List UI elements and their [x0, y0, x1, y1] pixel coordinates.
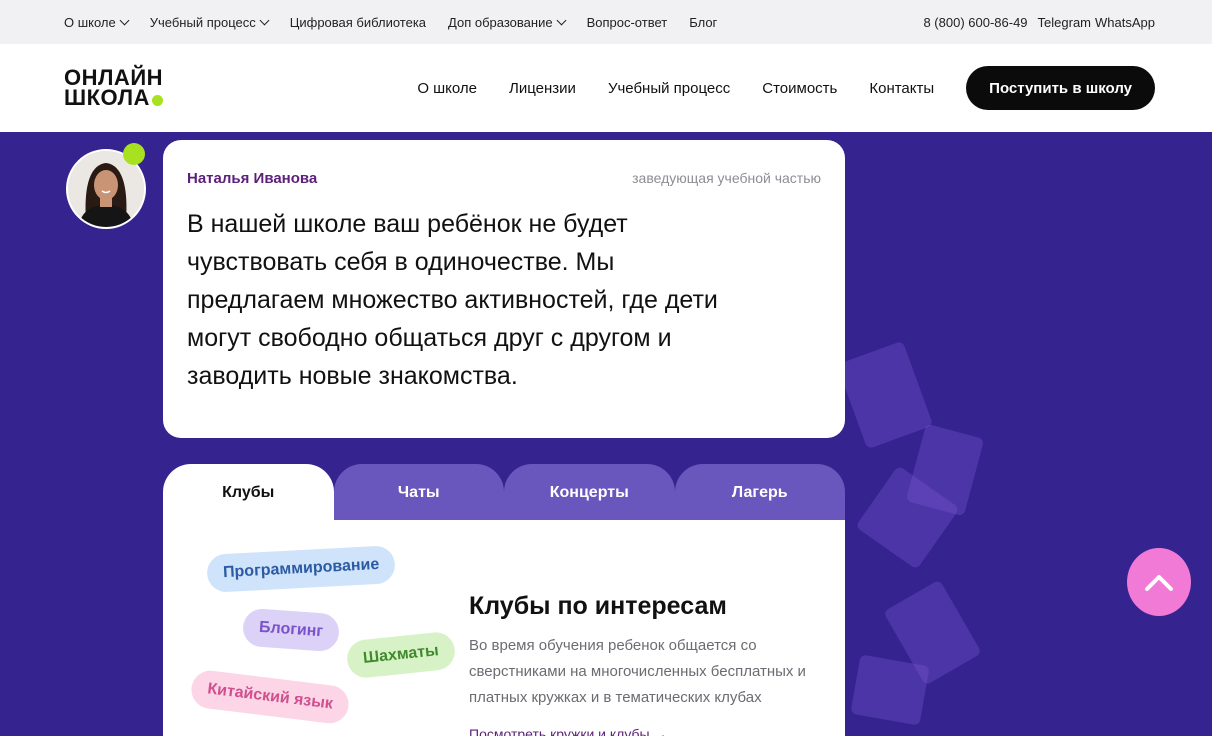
tab-panel-clubs: Программирование Блогинг Шахматы Китайск… — [163, 520, 845, 736]
chevron-down-icon — [119, 15, 130, 25]
panel-title: Клубы по интересам — [469, 592, 727, 620]
status-dot-icon — [123, 143, 145, 165]
top-menu-item-learning[interactable]: Учебный процесс — [149, 14, 270, 30]
chip-chinese: Китайский язык — [189, 668, 351, 726]
top-menu-item-label: Учебный процесс — [149, 14, 256, 30]
logo[interactable]: ОНЛАЙН ШКОЛА — [64, 67, 163, 110]
top-menu-item-extra-education[interactable]: Доп образование — [448, 14, 567, 30]
main-header: ОНЛАЙН ШКОЛА О школе Лицензии Учебный пр… — [0, 44, 1212, 132]
tab-chats[interactable]: Чаты — [333, 464, 504, 521]
chip-chess: Шахматы — [345, 630, 457, 680]
tab-concerts[interactable]: Концерты — [504, 464, 675, 521]
background-decoration — [850, 654, 930, 726]
chevron-down-icon — [556, 15, 567, 25]
top-menu-item-label: Вопрос-ответ — [586, 14, 668, 30]
top-menu-item-label: О школе — [64, 14, 116, 30]
top-menu-item-label: Блог — [689, 14, 718, 30]
enroll-button[interactable]: Поступить в школу — [966, 66, 1155, 110]
top-menu-item-about[interactable]: О школе — [64, 14, 130, 30]
nav-item-about[interactable]: О школе — [417, 80, 477, 97]
top-menu-item-label: Цифровая библиотека — [289, 14, 427, 30]
chip-blogging: Блогинг — [241, 607, 341, 653]
clubs-link[interactable]: Посмотреть кружки и клубы → — [469, 726, 667, 736]
main-nav: О школе Лицензии Учебный процесс Стоимос… — [417, 66, 1155, 110]
panel-description: Во время обучения ребенок общается со св… — [469, 637, 806, 706]
logo-line-2-row: ШКОЛА — [64, 85, 163, 110]
author-role: заведующая учебной частью — [632, 170, 821, 186]
top-menu-item-label: Доп образование — [448, 14, 553, 30]
whatsapp-link[interactable]: WhatsApp — [1095, 15, 1155, 30]
author-name: Наталья Иванова — [187, 170, 318, 187]
scroll-top-button[interactable] — [1127, 548, 1191, 616]
top-utility-bar: О школе Учебный процесс Цифровая библиот… — [0, 0, 1212, 44]
logo-line-2: ШКОЛА — [64, 85, 150, 110]
nav-item-licenses[interactable]: Лицензии — [509, 80, 576, 97]
testimonial-card: Наталья Иванова заведующая учебной часть… — [163, 140, 845, 438]
author-avatar-block — [66, 143, 148, 231]
top-menu: О школе Учебный процесс Цифровая библиот… — [64, 15, 739, 30]
chevron-up-icon — [1145, 575, 1173, 591]
background-decoration — [836, 340, 934, 450]
top-menu-item-library[interactable]: Цифровая библиотека — [290, 15, 426, 30]
nav-item-cost[interactable]: Стоимость — [762, 80, 837, 97]
chip-programming: Программирование — [206, 545, 397, 593]
chevron-down-icon — [259, 15, 270, 25]
activities-tabs: Клубы Чаты Концерты Лагерь — [163, 464, 845, 521]
testimonial-text: В нашей школе ваш ребёнок не будет чувст… — [187, 210, 718, 390]
nav-item-contacts[interactable]: Контакты — [869, 80, 934, 97]
testimonial-meta: Наталья Иванова заведующая учебной часть… — [187, 170, 821, 187]
phone-link[interactable]: 8 (800) 600-86-49 — [923, 15, 1027, 30]
top-menu-item-blog[interactable]: Блог — [689, 15, 717, 30]
contact-links: 8 (800) 600-86-49 Telegram WhatsApp — [923, 15, 1155, 30]
tab-clubs[interactable]: Клубы — [163, 464, 334, 521]
top-menu-item-faq[interactable]: Вопрос-ответ — [587, 15, 668, 30]
tab-camp[interactable]: Лагерь — [674, 464, 845, 521]
telegram-link[interactable]: Telegram — [1038, 15, 1091, 30]
logo-dot-icon — [151, 94, 163, 106]
nav-item-learning[interactable]: Учебный процесс — [608, 80, 730, 97]
